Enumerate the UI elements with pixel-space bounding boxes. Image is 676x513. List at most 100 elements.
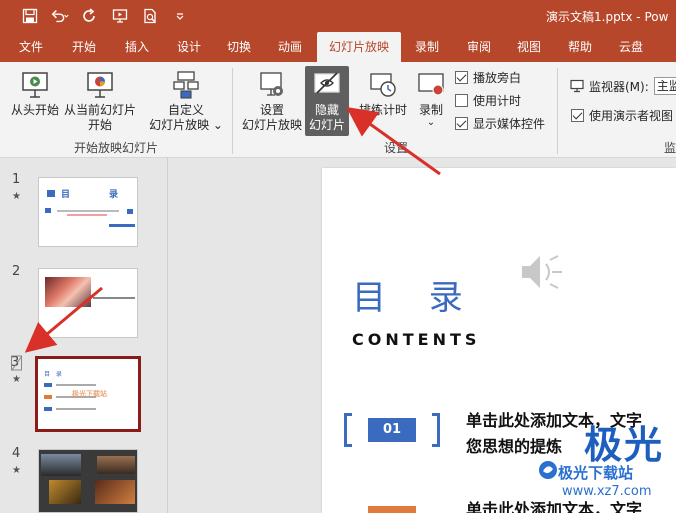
custom-show-icon xyxy=(173,71,199,99)
show-media-controls-checkbox[interactable]: 显示媒体控件 xyxy=(455,115,545,132)
slide-thumbnail-pane: 1 ★ 目 录 2 3 ★ 目 录 极光下载站 4 ★ xyxy=(0,158,168,513)
group-label-start-slide-show: 开始放映幻灯片 xyxy=(74,141,159,155)
thumb-3-title: 目 录 xyxy=(44,371,64,378)
group-label-set-up: 设置 xyxy=(384,141,409,155)
slide-thumbnail-4[interactable] xyxy=(38,449,138,513)
slide-subtitle[interactable]: CONTENTS xyxy=(352,330,480,349)
slide-number-2: 2 xyxy=(12,264,21,279)
custom-show-label-1: 自定义 xyxy=(167,103,204,117)
tab-help[interactable]: 帮助 xyxy=(559,32,601,62)
flower-photo xyxy=(45,277,91,307)
tab-transitions[interactable]: 切换 xyxy=(218,32,260,62)
thumb-1-line xyxy=(109,224,135,227)
thumb-4-photo xyxy=(41,454,81,476)
tab-cloud[interactable]: 云盘 xyxy=(610,32,652,62)
presenter-view-checkbox[interactable]: 使用演示者视图 xyxy=(571,107,673,124)
hide-slide-icon xyxy=(314,72,340,94)
redo-icon[interactable] xyxy=(80,6,100,26)
tab-slide-show[interactable]: 幻灯片放映 xyxy=(317,32,401,62)
thumb-3-overlay-text: 极光下载站 xyxy=(72,390,107,398)
play-narrations-check[interactable] xyxy=(455,71,468,84)
use-timings-checkbox[interactable]: 使用计时 xyxy=(455,92,521,109)
set-up-show-icon xyxy=(260,72,283,96)
from-current-slide-button[interactable]: 从当前幻灯片 开始 xyxy=(64,70,136,133)
rehearse-timings-icon xyxy=(370,73,396,97)
thumb-1-shape xyxy=(45,208,51,213)
present-from-start-icon[interactable] xyxy=(110,6,130,26)
title-bar: 演示文稿1.pptx - Pow xyxy=(0,0,676,32)
watermark-logo-text: 极光 xyxy=(584,423,665,467)
item-bracket-left xyxy=(344,413,352,447)
slide-number-3-hidden: 3 xyxy=(11,355,23,371)
animation-star-icon: ★ xyxy=(12,465,21,476)
set-up-slide-show-button[interactable]: 设置 幻灯片放映 xyxy=(241,70,303,133)
animation-star-icon: ★ xyxy=(12,374,21,385)
presenter-view-check[interactable] xyxy=(571,109,584,122)
tab-view[interactable]: 视图 xyxy=(508,32,550,62)
hide-slide-label-2: 幻灯片 xyxy=(308,118,345,132)
undo-icon[interactable] xyxy=(50,6,70,26)
hide-slide-label-1: 隐藏 xyxy=(314,103,339,117)
thumb-3-item xyxy=(44,383,52,387)
slide-number-1: 1 xyxy=(12,172,21,187)
use-timings-label: 使用计时 xyxy=(473,94,522,108)
watermark-url: www.xz7.com xyxy=(562,484,652,499)
show-media-controls-label: 显示媒体控件 xyxy=(473,117,546,131)
item-bracket-right xyxy=(432,413,440,447)
presenter-view-label: 使用演示者视图 xyxy=(589,109,674,123)
tab-animations[interactable]: 动画 xyxy=(269,32,311,62)
monitor-row: 监视器(M): 主监 xyxy=(570,77,676,95)
print-preview-icon[interactable] xyxy=(140,6,160,26)
record-button[interactable]: 录制 ⌄ xyxy=(412,70,450,128)
record-label: 录制 xyxy=(418,103,443,117)
rehearse-timings-label: 排练计时 xyxy=(358,103,407,117)
thumb-2-line xyxy=(93,297,135,299)
ribbon-slide-show: 从头开始 从当前幻灯片 开始 自定义 幻灯片放映 ⌄ 开始放映幻灯片 设置 幻灯… xyxy=(0,62,676,158)
slide-number-4: 4 xyxy=(12,446,21,461)
slide-thumbnail-3-selected[interactable]: 目 录 极光下载站 xyxy=(35,356,141,432)
speaker-icon[interactable] xyxy=(518,250,566,294)
save-icon[interactable] xyxy=(20,6,40,26)
group-separator xyxy=(557,68,558,154)
set-up-show-label-2: 幻灯片放映 xyxy=(241,118,302,132)
tab-design[interactable]: 设计 xyxy=(168,32,210,62)
thumb-4-photo xyxy=(49,480,81,504)
tab-insert[interactable]: 插入 xyxy=(116,32,158,62)
item-number-badge: 01 xyxy=(368,418,416,442)
set-up-show-label-1: 设置 xyxy=(259,103,284,117)
thumb-3-item xyxy=(44,407,52,411)
window-title: 演示文稿1.pptx - Pow xyxy=(546,10,669,24)
watermark-logo-icon xyxy=(539,461,557,479)
ribbon-tabs: 文件 开始 插入 设计 切换 动画 幻灯片放映 录制 审阅 视图 帮助 云盘 xyxy=(0,32,676,62)
thumb-1-title-a: 目 xyxy=(61,190,71,200)
thumb-3-line xyxy=(56,408,96,410)
quick-access-toolbar xyxy=(20,6,190,26)
rehearse-timings-button[interactable]: 排练计时 xyxy=(356,70,410,118)
thumb-3-line xyxy=(56,384,96,386)
hide-slide-button[interactable]: 隐藏 幻灯片 xyxy=(305,70,349,133)
chevron-down-icon: ⌄ xyxy=(426,117,436,128)
from-current-label-2: 开始 xyxy=(87,118,112,132)
tab-home[interactable]: 开始 xyxy=(63,32,105,62)
slide-thumbnail-1[interactable]: 目 录 xyxy=(38,177,138,247)
record-icon xyxy=(418,73,444,96)
site-watermark: 极光 极光下载站 www.xz7.com xyxy=(532,414,676,513)
presentation-play-icon xyxy=(22,72,48,98)
play-narrations-checkbox[interactable]: 播放旁白 xyxy=(455,69,521,86)
tab-review[interactable]: 审阅 xyxy=(458,32,500,62)
thumb-4-photo xyxy=(97,456,135,474)
hidden-slash-icon xyxy=(11,355,23,371)
thumb-4-photo xyxy=(95,480,135,504)
monitor-label: 监视器(M): xyxy=(589,79,649,94)
slide-title[interactable]: 目 录 xyxy=(352,270,479,319)
custom-slide-show-button[interactable]: 自定义 幻灯片放映 ⌄ xyxy=(146,70,226,133)
monitor-select[interactable]: 主监 xyxy=(653,77,676,95)
tab-file[interactable]: 文件 xyxy=(10,32,52,62)
slide-thumbnail-2[interactable] xyxy=(38,268,138,338)
from-beginning-button[interactable]: 从头开始 xyxy=(8,70,62,118)
play-narrations-label: 播放旁白 xyxy=(473,71,522,85)
show-media-controls-check[interactable] xyxy=(455,117,468,130)
customize-qat-icon[interactable] xyxy=(170,6,190,26)
use-timings-check[interactable] xyxy=(455,94,468,107)
tab-record[interactable]: 录制 xyxy=(406,32,448,62)
